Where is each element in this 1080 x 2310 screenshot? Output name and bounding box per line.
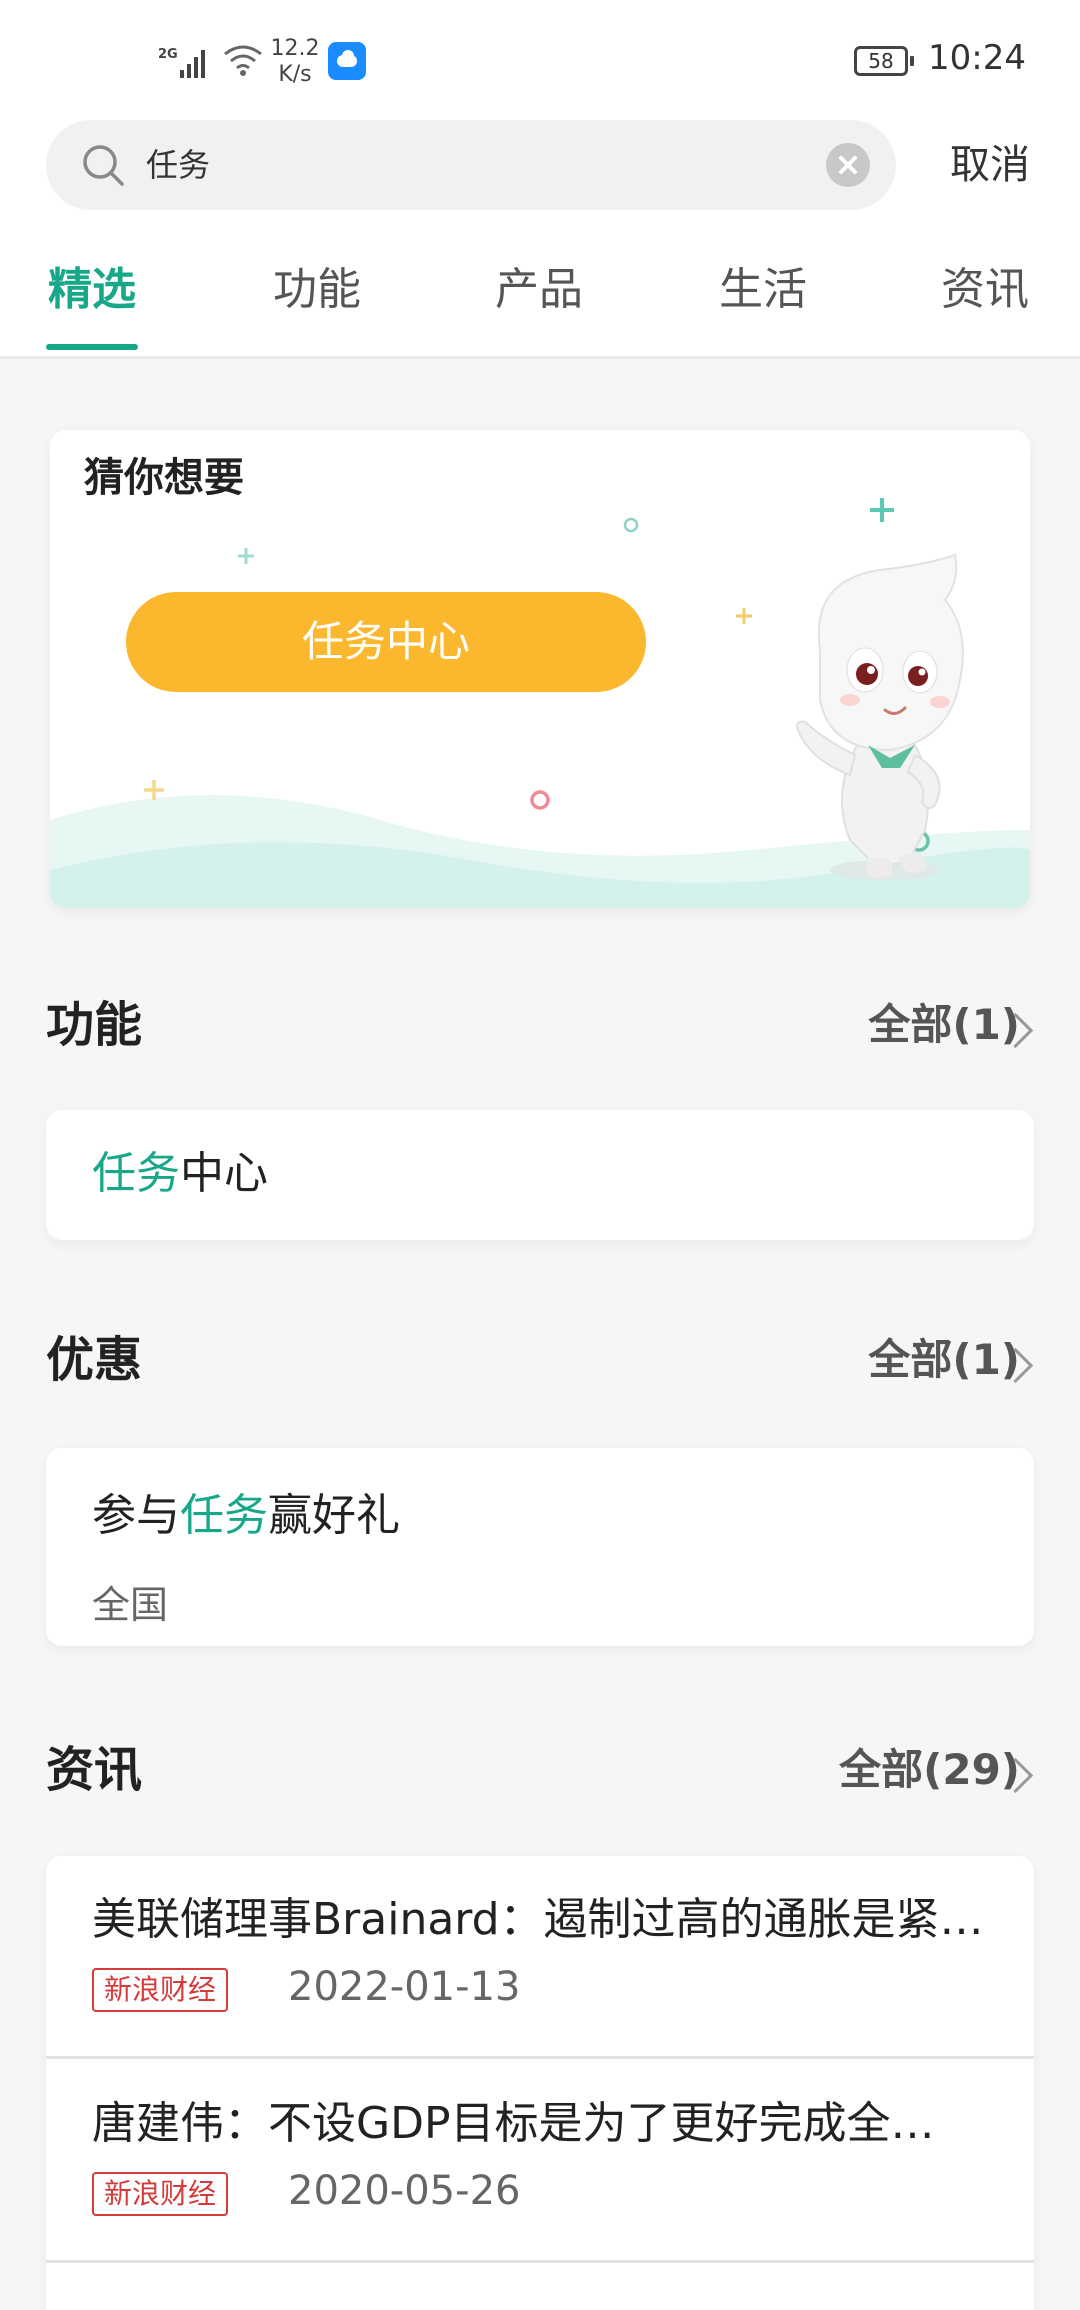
mascot-illustration <box>795 553 964 880</box>
ring-icon <box>530 790 550 810</box>
tab-life[interactable]: 生活 <box>708 250 818 356</box>
tab-news[interactable]: 资讯 <box>930 250 1040 356</box>
title-text: 中心 <box>180 1148 268 1199</box>
sparkle-icon <box>870 498 894 522</box>
cancel-button[interactable]: 取消 <box>930 132 1050 198</box>
search-icon <box>83 145 124 186</box>
news-section-title: 资讯 <box>46 1742 143 1798</box>
suggestion-title: 猜你想要 <box>84 455 244 501</box>
divider <box>46 2056 1034 2059</box>
feature-result-card[interactable]: 任务中心 <box>46 1110 1034 1240</box>
network-speed: 12.2 K/s <box>270 36 320 88</box>
search-bar[interactable] <box>46 120 896 210</box>
search-input[interactable] <box>146 140 766 190</box>
battery-level: 58 <box>868 49 894 73</box>
svg-text:2G: 2G <box>158 47 178 62</box>
offers-section-title: 优惠 <box>46 1332 143 1388</box>
news-date: 2022-01-13 <box>288 1964 521 2010</box>
source-badge: 新浪财经 <box>92 1968 229 2012</box>
signal-icon: 2G <box>158 47 205 78</box>
category-tabs: 精选 功能 产品 生活 资讯 <box>0 250 1080 356</box>
news-title: 唐建伟：不设GDP目标是为了更好完成全… <box>92 2098 935 2149</box>
news-title: 美联储理事Brainard：遏制过高的通胀是紧… <box>92 1894 984 1945</box>
wifi-icon <box>224 45 262 76</box>
clear-icon[interactable] <box>826 143 870 187</box>
feature-result-title: 任务中心 <box>92 1144 268 1204</box>
network-speed-unit: K/s <box>278 62 312 87</box>
features-see-all-link[interactable]: 全部(1) <box>868 990 1020 1060</box>
network-speed-value: 12.2 <box>270 36 320 61</box>
divider <box>46 2260 1034 2263</box>
sparkle-icon <box>238 548 254 564</box>
tab-featured[interactable]: 精选 <box>40 250 144 356</box>
battery-icon: 58 <box>854 46 914 76</box>
news-item[interactable]: 唐建伟：不设GDP目标是为了更好完成全… 新浪财经 2020-05-26 <box>46 2060 1034 2264</box>
ring-icon <box>623 517 639 533</box>
news-date: 2020-05-26 <box>288 2168 521 2214</box>
active-tab-indicator <box>46 344 138 350</box>
weather-app-icon <box>328 42 366 80</box>
title-text: 赢好礼 <box>268 1490 400 1541</box>
offer-result-title: 参与任务赢好礼 <box>92 1486 400 1546</box>
suggestion-card: 猜你想要 任务中心 <box>50 430 1030 908</box>
offer-region: 全国 <box>92 1583 169 1627</box>
news-see-all-link[interactable]: 全部(29) <box>839 1735 1020 1805</box>
news-item[interactable]: 美联储理事Brainard：遏制过高的通胀是紧… 新浪财经 2022-01-13 <box>46 1856 1034 2060</box>
header-area: 2G 12.2 K/s 58 10:24 任务 取消 精选 功能 产品 生活 资… <box>0 0 1080 359</box>
tab-products[interactable]: 产品 <box>484 250 594 356</box>
source-badge: 新浪财经 <box>92 2172 229 2216</box>
features-section-title: 功能 <box>46 997 143 1053</box>
news-list: 美联储理事Brainard：遏制过高的通胀是紧… 新浪财经 2022-01-13… <box>46 1856 1034 2310</box>
search-results-page: 2G 12.2 K/s 58 10:24 任务 取消 精选 功能 产品 生活 资… <box>0 0 1080 2310</box>
sparkle-icon <box>144 780 164 800</box>
tab-features[interactable]: 功能 <box>262 250 372 356</box>
task-center-button[interactable]: 任务中心 <box>126 592 646 692</box>
clock: 10:24 <box>928 38 1026 78</box>
offers-see-all-link[interactable]: 全部(1) <box>868 1325 1020 1395</box>
title-text: 参与 <box>92 1490 180 1541</box>
highlight-text: 任务 <box>180 1490 268 1541</box>
status-bar: 2G 12.2 K/s 58 10:24 <box>0 0 1080 120</box>
highlight-text: 任务 <box>92 1148 180 1199</box>
offer-result-card[interactable]: 参与任务赢好礼 全国 <box>46 1448 1034 1646</box>
